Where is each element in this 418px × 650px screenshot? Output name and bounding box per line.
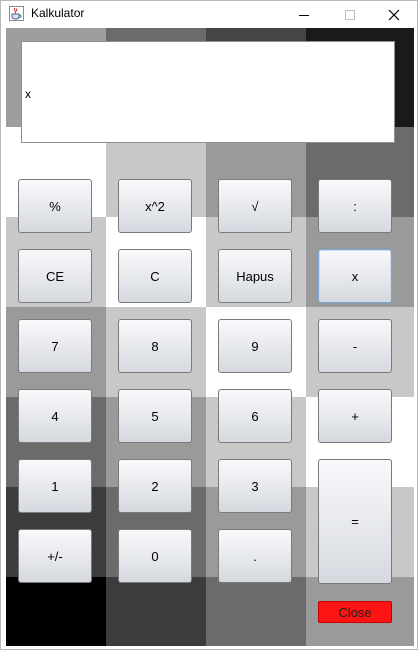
digit-4-button[interactable]: 4 (18, 389, 92, 443)
calculator-window: Kalkulator x % x^2 √: CE C Hapus x 7 8 … (0, 0, 418, 650)
backspace-button[interactable]: Hapus (218, 249, 292, 303)
close-window-button[interactable] (371, 1, 417, 28)
digit-6-button[interactable]: 6 (218, 389, 292, 443)
percent-button[interactable]: % (18, 179, 92, 233)
display-value: x (25, 87, 31, 101)
multiply-button[interactable]: x (318, 249, 392, 303)
clear-entry-button[interactable]: CE (18, 249, 92, 303)
digit-3-button[interactable]: 3 (218, 459, 292, 513)
maximize-button[interactable] (327, 1, 373, 28)
maximize-icon (344, 9, 356, 21)
window-title: Kalkulator (31, 6, 85, 20)
clear-button[interactable]: C (118, 249, 192, 303)
square-button[interactable]: x^2 (118, 179, 192, 233)
subtract-button[interactable]: - (318, 319, 392, 373)
minimize-button[interactable] (281, 1, 327, 28)
digit-0-button[interactable]: 0 (118, 529, 192, 583)
digit-7-button[interactable]: 7 (18, 319, 92, 373)
display-field[interactable]: x (21, 41, 395, 143)
divide-button[interactable]: : (318, 179, 392, 233)
digit-2-button[interactable]: 2 (118, 459, 192, 513)
negate-button[interactable]: +/- (18, 529, 92, 583)
digit-8-button[interactable]: 8 (118, 319, 192, 373)
calculator-panel: x % x^2 √ : CE C Hapus x 7 8 9 - 4 5 6 +… (6, 28, 414, 646)
close-button[interactable]: Close (318, 601, 392, 623)
java-coffee-cup-icon (9, 6, 24, 21)
minimize-icon (298, 9, 310, 21)
close-icon (388, 9, 400, 21)
digit-5-button[interactable]: 5 (118, 389, 192, 443)
digit-9-button[interactable]: 9 (218, 319, 292, 373)
title-bar: Kalkulator (1, 1, 417, 28)
add-button[interactable]: + (318, 389, 392, 443)
decimal-point-button[interactable]: . (218, 529, 292, 583)
sqrt-button[interactable]: √ (218, 179, 292, 233)
equals-button[interactable]: = (318, 459, 392, 584)
digit-1-button[interactable]: 1 (18, 459, 92, 513)
